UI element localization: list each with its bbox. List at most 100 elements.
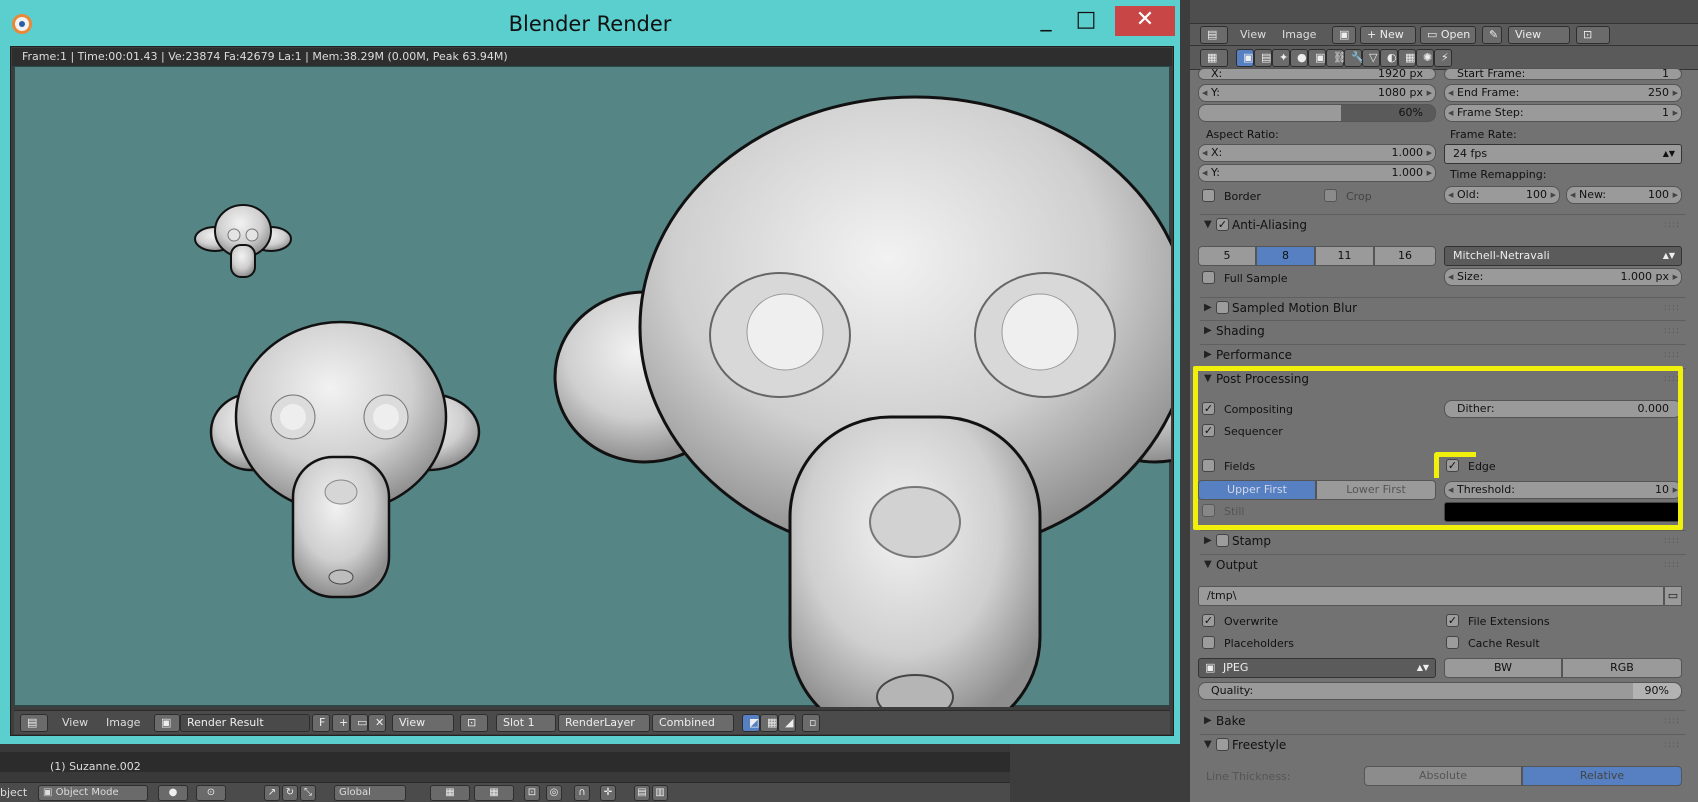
data-tab-icon[interactable]: ▽ (1362, 49, 1380, 67)
quality-slider[interactable]: Quality: 90% (1198, 682, 1682, 700)
particles-tab-icon[interactable]: ✺ (1416, 49, 1434, 67)
aspect-y-field[interactable]: ◀ Y: 1.000 ▶ (1198, 164, 1436, 182)
shading-panel-header[interactable]: ▶ Shading:::: (1200, 320, 1686, 340)
layers-grid-2[interactable]: ▦ (474, 785, 514, 801)
scopes-icon[interactable]: ▫ (802, 714, 820, 732)
placeholders-checkbox[interactable] (1202, 636, 1215, 649)
view-menu[interactable]: View (62, 716, 88, 729)
maximize-button[interactable]: □ (1070, 6, 1102, 36)
motion-blur-panel-header[interactable]: ▶ Sampled Motion Blur:::: (1200, 297, 1686, 317)
browse-image-button-2[interactable]: ▣ (1332, 26, 1356, 44)
new-image-button[interactable]: + New (1360, 26, 1416, 44)
remap-new-field[interactable]: ◀ New: 100 ▶ (1566, 186, 1682, 204)
object-tab-icon[interactable]: ▣ (1308, 49, 1326, 67)
image-menu-2[interactable]: Image (1282, 28, 1316, 41)
aa-size-field[interactable]: ◀ Size: 1.000 px ▶ (1444, 268, 1682, 286)
pivot-icon[interactable]: ⊡ (460, 714, 488, 732)
render-layer-dropdown[interactable]: RenderLayer (558, 714, 650, 732)
file-extensions-checkbox[interactable]: ✓ (1446, 614, 1459, 627)
display-color-icon[interactable]: ◩ (742, 714, 760, 732)
border-checkbox[interactable] (1202, 189, 1215, 202)
aspect-x-field[interactable]: ◀ X: 1.000 ▶ (1198, 144, 1436, 162)
open-image-button[interactable]: ▭ Open (1420, 26, 1476, 44)
overwrite-checkbox[interactable]: ✓ (1202, 614, 1215, 627)
mode-menu-label[interactable]: bject (0, 786, 27, 799)
scene-tab-icon[interactable]: ✦ (1272, 49, 1290, 67)
constraints-tab-icon[interactable]: ⛓ (1326, 49, 1347, 67)
render-anim-icon[interactable]: ▥ (652, 785, 668, 801)
texture-tab-icon[interactable]: ▦ (1398, 49, 1416, 67)
file-format-dropdown[interactable]: ▣ JPEG ▲▼ (1198, 658, 1436, 678)
close-button[interactable]: ✕ (1115, 6, 1175, 36)
bake-panel-header[interactable]: ▶ Bake:::: (1200, 710, 1686, 730)
view-dropdown[interactable]: View (392, 714, 454, 732)
render-still-icon[interactable]: ▤ (634, 785, 650, 801)
end-frame-field[interactable]: ◀ End Frame: 250 ▶ (1444, 84, 1682, 102)
color-bw-button[interactable]: BW (1444, 658, 1562, 678)
output-path-field[interactable]: /tmp\ (1198, 586, 1664, 606)
pivot-icon-2[interactable]: ⊡ (1576, 26, 1610, 44)
frame-rate-dropdown[interactable]: 24 fps ▲▼ (1444, 144, 1682, 164)
display-alpha-icon[interactable]: ▦ (760, 714, 778, 732)
browse-image-button[interactable]: ▣ (154, 714, 180, 732)
modifiers-tab-icon[interactable]: 🔧 (1344, 49, 1365, 67)
start-frame-field[interactable]: Start Frame: 1 (1444, 68, 1682, 80)
render-tab-icon[interactable]: ▣ (1236, 49, 1254, 67)
snap-target-icon[interactable]: ✛ (600, 785, 616, 801)
physics-tab-icon[interactable]: ⚡ (1434, 49, 1452, 67)
manipulator-rotate[interactable]: ↻ (282, 785, 298, 801)
performance-panel-header[interactable]: ▶ Performance:::: (1200, 344, 1686, 364)
view-menu-2[interactable]: View (1240, 28, 1266, 41)
editor-type-properties[interactable]: ▦ (1200, 49, 1228, 67)
frame-step-field[interactable]: ◀ Frame Step: 1 ▶ (1444, 104, 1682, 122)
freestyle-panel-header[interactable]: ▼ Freestyle:::: (1200, 734, 1686, 754)
layers-grid-1[interactable]: ▦ (430, 785, 470, 801)
remap-old-field[interactable]: ◀ Old: 100 ▶ (1444, 186, 1560, 204)
render-layers-tab-icon[interactable]: ▤ (1254, 49, 1272, 67)
minimize-button[interactable]: _ (1030, 6, 1062, 36)
manipulator-scale[interactable]: ⤡ (300, 785, 316, 801)
material-tab-icon[interactable]: ◐ (1380, 49, 1398, 67)
aa-samples-11[interactable]: 11 (1315, 246, 1374, 266)
editor-type-button[interactable]: ▤ (20, 714, 48, 732)
resolution-percentage-slider[interactable]: 60% (1198, 104, 1436, 122)
crop-checkbox[interactable] (1324, 189, 1337, 202)
close-icon[interactable]: ✕ (368, 714, 386, 732)
aa-filter-dropdown[interactable]: Mitchell-Netravali ▲▼ (1444, 246, 1682, 266)
proportional-edit-icon[interactable]: ◎ (546, 785, 562, 801)
object-mode-dropdown[interactable]: ▣ Object Mode (38, 785, 148, 801)
image-menu[interactable]: Image (106, 716, 140, 729)
output-panel-header[interactable]: ▼ Output:::: (1200, 554, 1686, 574)
view-dropdown-2[interactable]: View (1508, 26, 1570, 44)
plus-icon[interactable]: + (332, 714, 350, 732)
color-rgb-button[interactable]: RGB (1562, 658, 1682, 678)
resolution-y-field[interactable]: ◀ Y: 1080 px ▶ (1198, 84, 1436, 102)
image-name-field[interactable]: Render Result (180, 714, 310, 732)
aa-samples-5[interactable]: 5 (1198, 246, 1256, 266)
resolution-x-field[interactable]: X: 1920 px (1198, 68, 1436, 80)
orientation-dropdown[interactable]: Global (334, 785, 406, 801)
absolute-button[interactable]: Absolute (1364, 766, 1522, 786)
display-zbuffer-icon[interactable]: ◢ (778, 714, 796, 732)
cache-result-checkbox[interactable] (1446, 636, 1459, 649)
render-pass-dropdown[interactable]: Combined (652, 714, 734, 732)
manipulator-translate[interactable]: ↗ (264, 785, 280, 801)
relative-button[interactable]: Relative (1522, 766, 1682, 786)
full-sample-checkbox[interactable] (1202, 271, 1215, 284)
render-result-canvas[interactable] (14, 66, 1247, 739)
aa-samples-16[interactable]: 16 (1374, 246, 1436, 266)
lock-icon[interactable]: ⊡ (524, 785, 540, 801)
folder-icon[interactable]: ▭ (350, 714, 368, 732)
editor-type-button-2[interactable]: ▤ (1200, 26, 1228, 44)
anti-aliasing-panel-header[interactable]: ▼ ✓ Anti-Aliasing:::: (1200, 214, 1686, 234)
slot-dropdown[interactable]: Slot 1 (496, 714, 556, 732)
fake-user-button[interactable]: F (312, 714, 330, 732)
pin-icon[interactable]: ✎ (1482, 26, 1502, 44)
aa-samples-8[interactable]: 8 (1256, 246, 1315, 266)
pivot-dropdown[interactable]: ⊙ (196, 785, 226, 801)
stamp-panel-header[interactable]: ▶ Stamp:::: (1200, 530, 1686, 550)
snap-icon[interactable]: ∩ (574, 785, 590, 801)
shading-dropdown[interactable]: ● (158, 785, 188, 801)
folder-icon[interactable]: ▭ (1664, 586, 1682, 606)
world-tab-icon[interactable]: ● (1290, 49, 1308, 67)
